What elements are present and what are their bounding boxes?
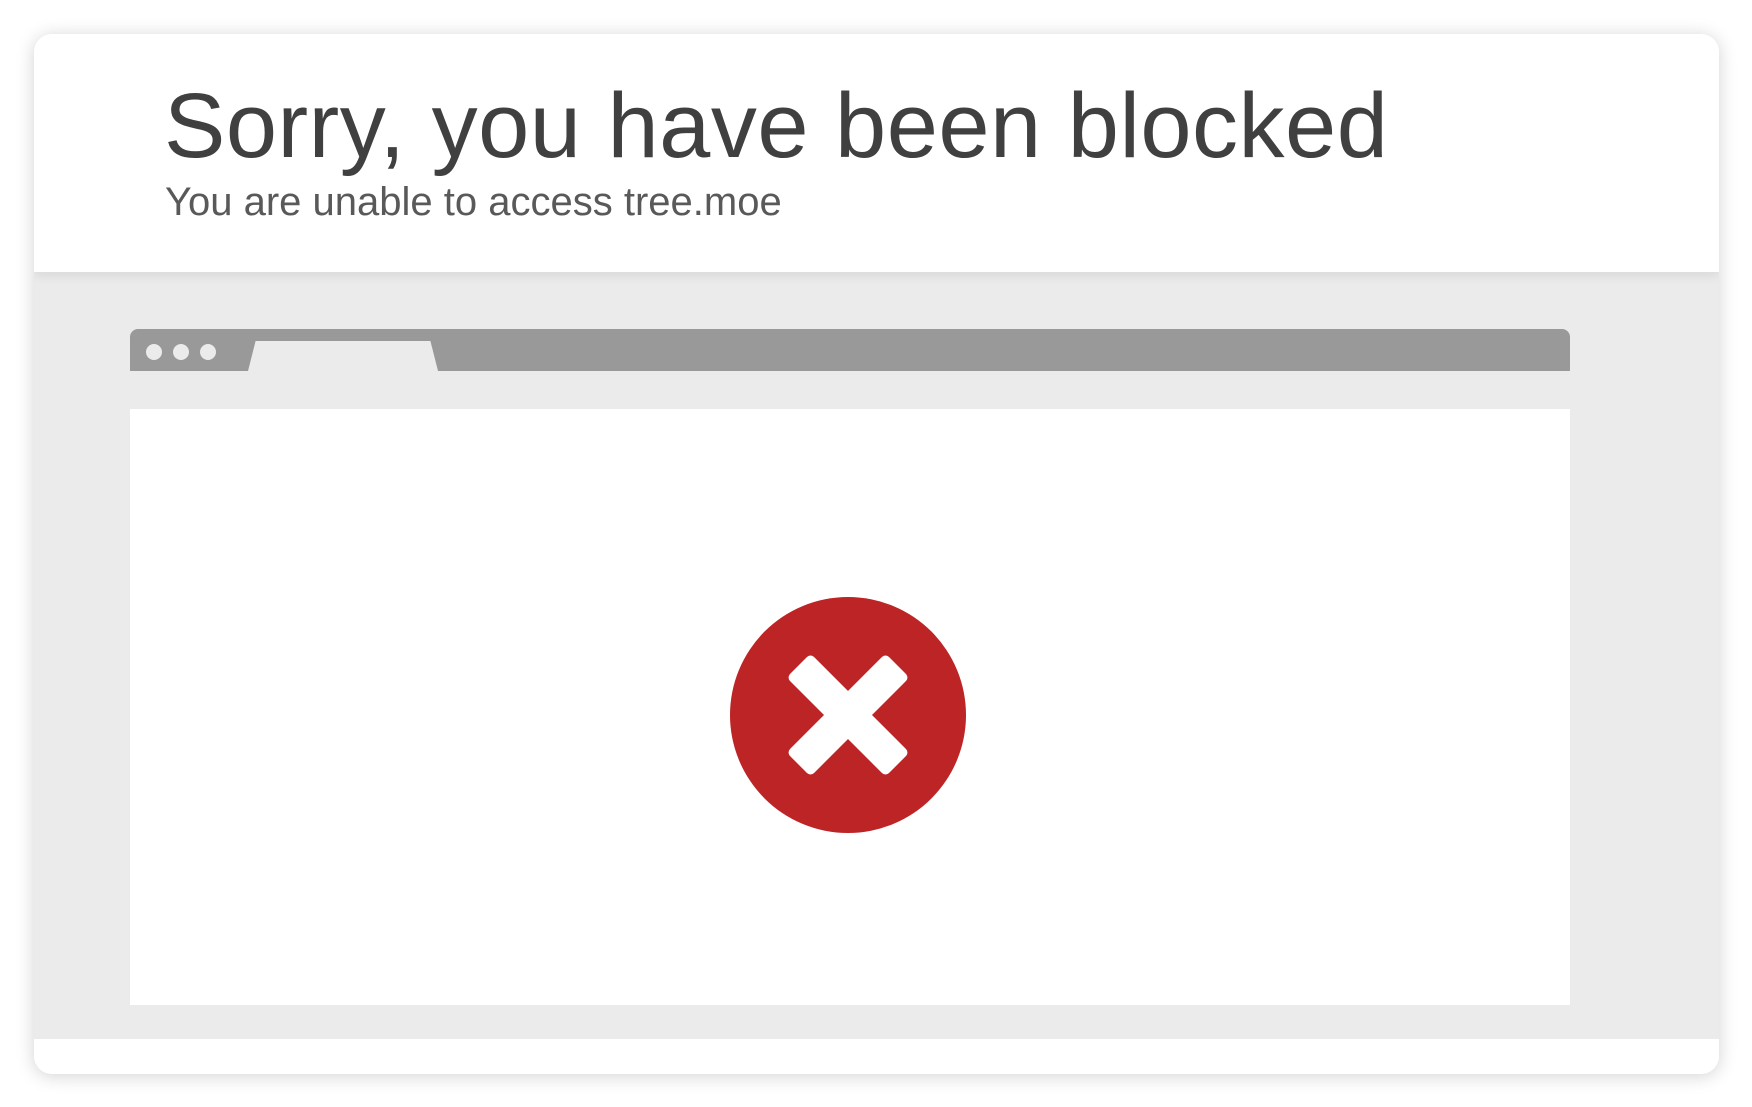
window-dot-icon	[173, 344, 189, 360]
header: Sorry, you have been blocked You are una…	[34, 34, 1719, 272]
browser-toolbar-illustration	[130, 329, 1570, 371]
error-x-circle-icon	[730, 597, 966, 833]
page-title: Sorry, you have been blocked	[164, 75, 1389, 177]
card-bottom-edge	[34, 1039, 1719, 1074]
window-dot-icon	[200, 344, 216, 360]
browser-tab-illustration	[248, 341, 438, 371]
window-dot-icon	[146, 344, 162, 360]
page-subtitle: You are unable to access tree.moe	[165, 180, 782, 224]
